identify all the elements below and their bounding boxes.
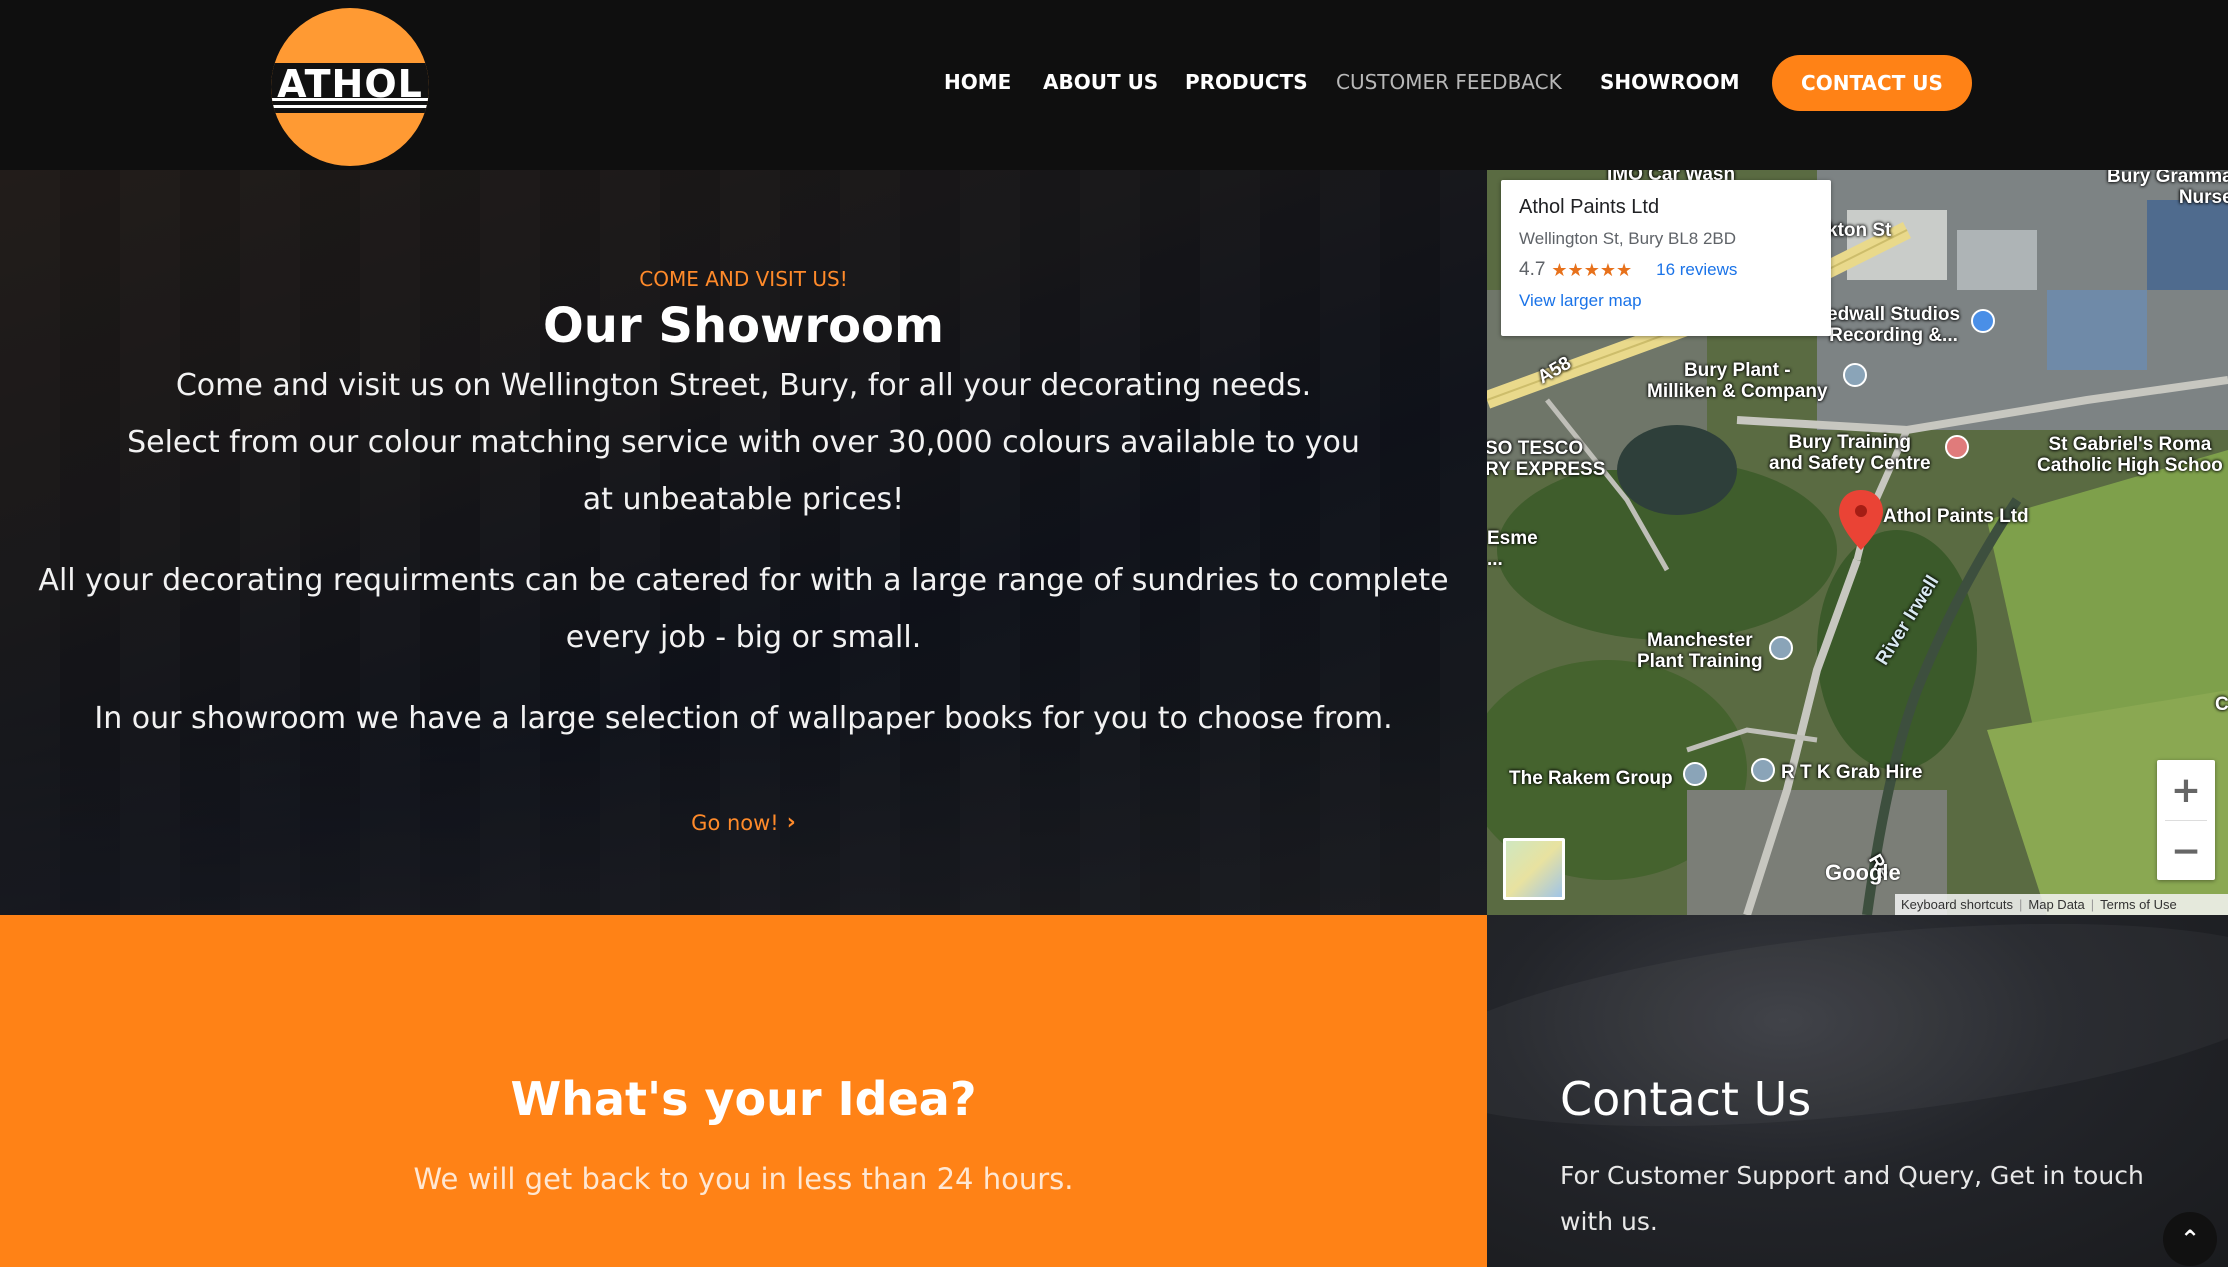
star-rating-icon: ★★★★★ — [1551, 259, 1633, 280]
contact-section: Contact Us For Customer Support and Quer… — [1487, 915, 2228, 1267]
map-label-st-gabriels: St Gabriel's Roma Catholic High Schoo — [2037, 434, 2223, 476]
contact-text: For Customer Support and Query, Get in t… — [1560, 1161, 2144, 1236]
terms-of-use-link[interactable]: Terms of Use — [2100, 897, 2177, 912]
google-logo: Google — [1825, 860, 1901, 885]
map-label-esme: Esme ... — [1487, 528, 1538, 570]
showroom-paragraph-1-line-2: Select from our colour matching service … — [127, 425, 1360, 517]
map-label-tesco: SO TESCO RY EXPRESS — [1487, 438, 1606, 480]
showroom-content: COME AND VISIT US! Our Showroom Come and… — [0, 170, 1487, 915]
main-nav: HOME ABOUT US PRODUCTS CUSTOMER FEEDBACK… — [0, 55, 2228, 111]
showroom-eyebrow: COME AND VISIT US! — [639, 267, 848, 291]
idea-subtitle: We will get back to you in less than 24 … — [413, 1162, 1074, 1196]
scroll-to-top-button[interactable]: ⌃ — [2163, 1212, 2217, 1266]
nav-about-us[interactable]: ABOUT US — [1043, 70, 1158, 94]
map-label-manchester-plant: Manchester Plant Training — [1637, 630, 1763, 672]
map-label-studios: edwall Studios Recording &... — [1827, 304, 1961, 346]
reviews-link[interactable]: 16 reviews — [1656, 260, 1737, 280]
map-attribution-bar: Keyboard shortcuts | Map Data | Terms of… — [1895, 894, 2228, 915]
idea-section: What's your Idea? We will get back to yo… — [0, 915, 1487, 1267]
attribution-separator: | — [2090, 897, 2095, 912]
map-label-rakem-group: The Rakem Group — [1509, 768, 1673, 789]
showroom-paragraph-3: In our showroom we have a large selectio… — [94, 701, 1393, 736]
map-label-rtk-grab-hire: R T K Grab Hire — [1781, 762, 1923, 783]
map-label-bury-grammar: Bury Gramma Nurse — [2107, 170, 2228, 208]
map-label-athol-paints: Athol Paints Ltd — [1883, 506, 2029, 527]
idea-title: What's your Idea? — [510, 1072, 977, 1126]
place-name: Athol Paints Ltd — [1519, 196, 1660, 218]
view-larger-map-link[interactable]: View larger map — [1519, 291, 1813, 311]
map-label-bury-plant: Bury Plant - Milliken & Company — [1647, 360, 1828, 402]
keyboard-shortcuts-link[interactable]: Keyboard shortcuts — [1901, 897, 2013, 912]
attribution-separator: | — [2019, 897, 2023, 912]
zoom-control: + − — [2157, 760, 2215, 880]
map-label-c: C — [2215, 694, 2228, 715]
map-data-link[interactable]: Map Data — [2028, 897, 2084, 912]
site-header: ATHOL HOME ABOUT US PRODUCTS CUSTOMER FE… — [0, 0, 2228, 170]
nav-home[interactable]: HOME — [944, 70, 1011, 94]
nav-customer-feedback[interactable]: CUSTOMER FEEDBACK — [1336, 70, 1562, 94]
zoom-out-button[interactable]: − — [2157, 821, 2215, 881]
map-layers-button[interactable] — [1503, 838, 1565, 900]
nav-showroom[interactable]: SHOWROOM — [1600, 70, 1740, 94]
nav-products[interactable]: PRODUCTS — [1185, 70, 1308, 94]
chevron-right-icon: › — [786, 810, 796, 835]
map-label-bury-training: Bury Training and Safety Centre — [1769, 432, 1931, 474]
showroom-paragraph-1-line-1: Come and visit us on Wellington Street, … — [175, 368, 1312, 403]
contact-us-button[interactable]: CONTACT US — [1772, 55, 1972, 111]
contact-title: Contact Us — [1560, 1072, 1812, 1126]
showroom-section: COME AND VISIT US! Our Showroom Come and… — [0, 170, 1487, 915]
place-rating: 4.7 ★★★★★ 16 reviews — [1519, 259, 1813, 281]
google-map[interactable]: IMO Car Wash Bury Gramma Nurse kton St e… — [1487, 170, 2228, 915]
place-address: Wellington St, Bury BL8 2BD — [1519, 229, 1737, 248]
rating-value: 4.7 — [1519, 259, 1546, 280]
showroom-title: Our Showroom — [542, 298, 945, 354]
map-label-street: kton St — [1827, 220, 1892, 241]
go-now-link[interactable]: Go now! › — [0, 810, 1487, 835]
showroom-paragraph-2: All your decorating requirments can be c… — [38, 563, 1449, 655]
map-place-card: Athol Paints Ltd Wellington St, Bury BL8… — [1501, 180, 1831, 336]
zoom-in-button[interactable]: + — [2157, 760, 2215, 820]
go-now-label: Go now! — [691, 810, 779, 835]
